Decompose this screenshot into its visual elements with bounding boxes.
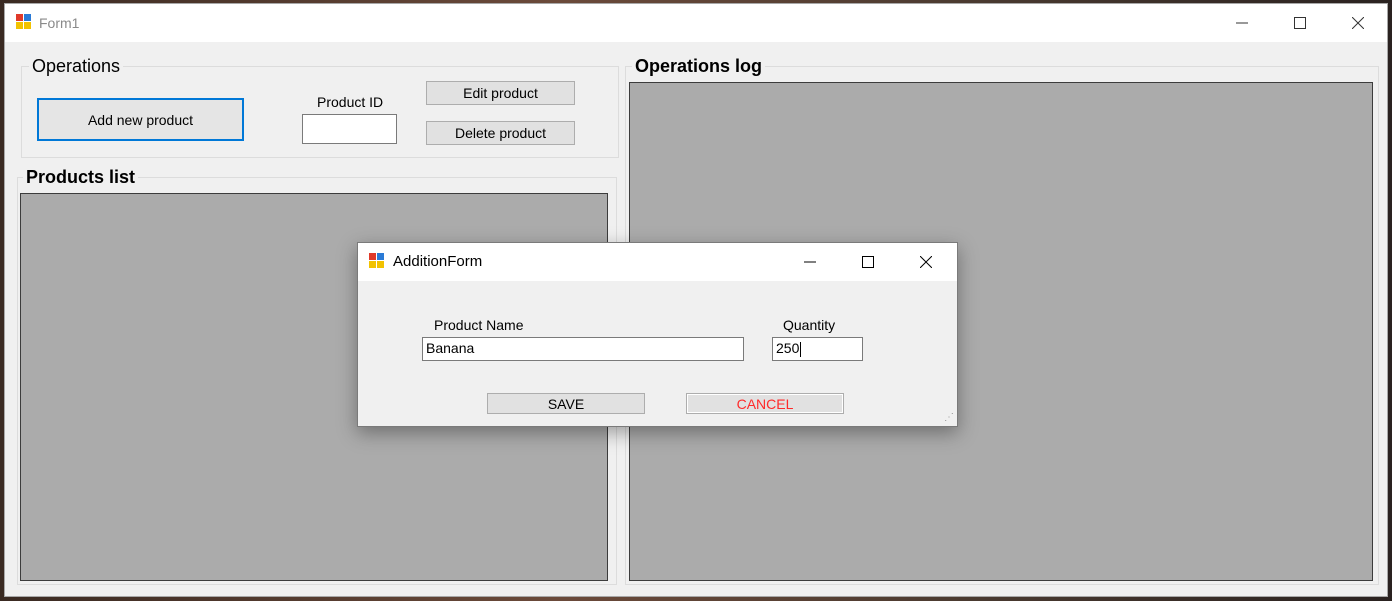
dialog-title: AdditionForm: [393, 253, 483, 270]
maximize-icon: [1294, 17, 1306, 29]
minimize-button[interactable]: [1219, 4, 1265, 42]
add-new-product-button[interactable]: Add new product: [37, 98, 244, 141]
window-title: Form1: [39, 15, 80, 31]
maximize-button[interactable]: [1277, 4, 1323, 42]
cancel-button[interactable]: CANCEL: [686, 393, 844, 414]
minimize-icon: [1236, 22, 1248, 24]
product-name-input[interactable]: Banana: [422, 337, 744, 361]
app-icon: [369, 253, 385, 269]
dialog-maximize-button[interactable]: [845, 243, 891, 281]
close-button[interactable]: [1335, 4, 1381, 42]
maximize-icon: [862, 256, 874, 268]
save-button[interactable]: SAVE: [487, 393, 645, 414]
dialog-titlebar[interactable]: AdditionForm: [358, 243, 957, 281]
close-icon: [1352, 17, 1364, 29]
app-icon: [16, 14, 32, 30]
quantity-value: 250: [776, 340, 800, 356]
text-caret: [800, 341, 802, 357]
minimize-icon: [804, 261, 816, 263]
product-id-label: Product ID: [317, 94, 384, 110]
products-list-legend: Products list: [23, 167, 139, 188]
close-icon: [920, 256, 932, 268]
addition-form-dialog: AdditionForm Product Name Banana Quantit…: [357, 242, 958, 427]
quantity-input[interactable]: 250: [772, 337, 863, 361]
product-id-input[interactable]: [302, 114, 397, 144]
delete-product-button[interactable]: Delete product: [426, 121, 575, 145]
operations-legend: Operations: [29, 56, 124, 77]
dialog-close-button[interactable]: [903, 243, 949, 281]
product-name-label: Product Name: [434, 317, 524, 333]
dialog-minimize-button[interactable]: [787, 243, 833, 281]
edit-product-button[interactable]: Edit product: [426, 81, 575, 105]
main-titlebar[interactable]: Form1: [5, 4, 1387, 42]
resize-grip-icon[interactable]: ⋰: [944, 413, 954, 423]
quantity-label: Quantity: [783, 317, 836, 333]
operations-log-legend: Operations log: [632, 56, 766, 77]
